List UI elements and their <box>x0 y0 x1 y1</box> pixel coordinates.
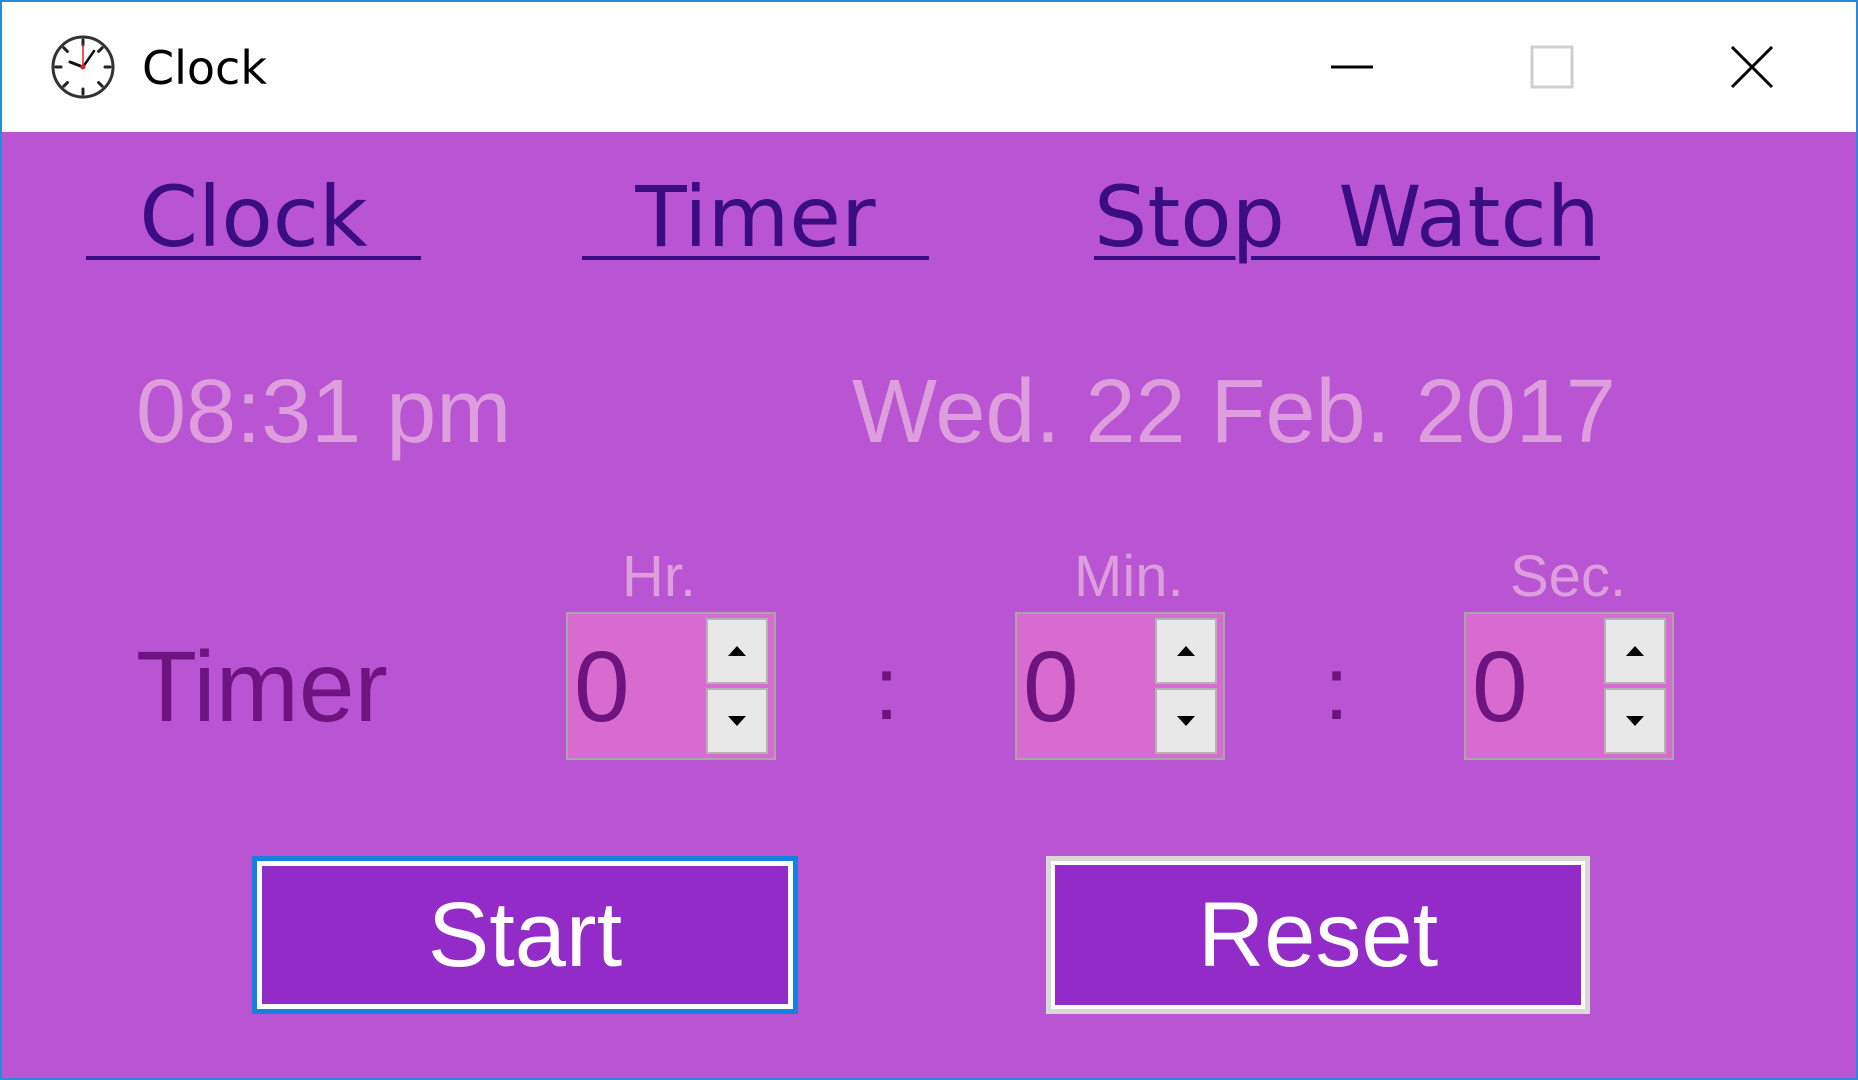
reset-button[interactable]: Reset <box>1046 856 1590 1014</box>
hours-increment-button[interactable] <box>706 618 768 684</box>
minutes-spinner-arrows <box>1155 618 1217 754</box>
minutes-spinner[interactable]: 0 <box>1015 612 1225 760</box>
start-button[interactable]: Start <box>252 856 798 1014</box>
hours-label: Hr. <box>622 544 697 609</box>
current-date: Wed. 22 Feb. 2017 <box>852 362 1616 462</box>
minutes-decrement-button[interactable] <box>1155 688 1217 754</box>
maximize-button[interactable] <box>1452 2 1652 132</box>
close-icon <box>1730 45 1774 89</box>
minimize-button[interactable] <box>1252 2 1452 132</box>
nav-timer-link[interactable]: Timer <box>582 162 929 272</box>
arrow-down-icon <box>728 716 746 726</box>
time-separator: : <box>874 639 900 739</box>
arrow-up-icon <box>1177 646 1195 656</box>
minutes-increment-button[interactable] <box>1155 618 1217 684</box>
hours-value[interactable]: 0 <box>574 632 630 742</box>
nav-stopwatch-link[interactable]: Stop Watch <box>1094 162 1600 272</box>
hours-spinner-arrows <box>706 618 768 754</box>
minutes-label: Min. <box>1074 544 1184 609</box>
clock-icon <box>48 32 118 102</box>
arrow-up-icon <box>1626 646 1644 656</box>
seconds-spinner[interactable]: 0 <box>1464 612 1674 760</box>
hours-decrement-button[interactable] <box>706 688 768 754</box>
timer-label: Timer <box>136 631 388 743</box>
minimize-icon <box>1331 65 1373 69</box>
window-title: Clock <box>142 41 267 95</box>
seconds-value[interactable]: 0 <box>1472 632 1528 742</box>
hours-spinner[interactable]: 0 <box>566 612 776 760</box>
minutes-value[interactable]: 0 <box>1023 632 1079 742</box>
seconds-label: Sec. <box>1510 544 1627 609</box>
title-bar[interactable]: Clock <box>2 2 1856 132</box>
seconds-increment-button[interactable] <box>1604 618 1666 684</box>
arrow-up-icon <box>728 646 746 656</box>
seconds-decrement-button[interactable] <box>1604 688 1666 754</box>
arrow-down-icon <box>1177 716 1195 726</box>
clock-window: Clock Clock Timer Stop Watch 08:31 pm We… <box>0 0 1858 1080</box>
time-separator: : <box>1324 639 1350 739</box>
maximize-icon <box>1530 45 1574 89</box>
arrow-down-icon <box>1626 716 1644 726</box>
current-time: 08:31 pm <box>136 362 512 462</box>
nav-clock-link[interactable]: Clock <box>86 162 421 272</box>
seconds-spinner-arrows <box>1604 618 1666 754</box>
close-button[interactable] <box>1652 2 1852 132</box>
